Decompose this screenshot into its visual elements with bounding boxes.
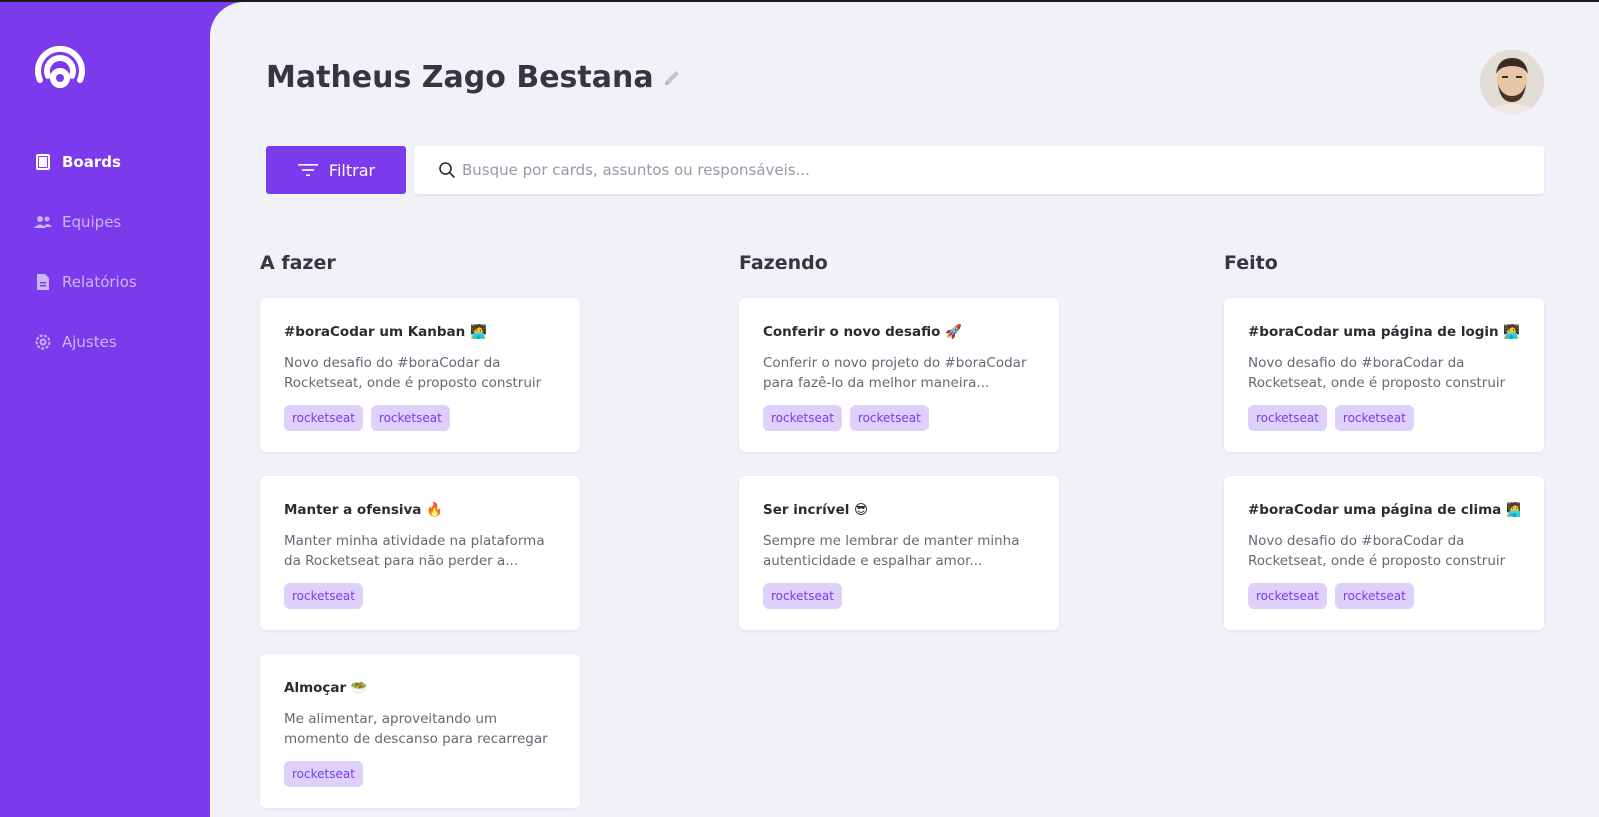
filter-icon (297, 162, 319, 178)
report-icon (34, 273, 52, 291)
pencil-icon[interactable] (662, 68, 682, 88)
card-description: Sempre me lembrar de manter minha autent… (763, 533, 1020, 569)
card-title: Conferir o novo desafio 🚀 (763, 324, 962, 340)
sidebar-item-label: Equipes (62, 213, 122, 231)
card-description: Me alimentar, aproveitando um momento de… (284, 711, 548, 747)
sidebar-item-label: Boards (62, 153, 121, 171)
main-content: Matheus Zago Bestana Filtrar A fazer (210, 2, 1599, 817)
tag[interactable]: rocketseat (284, 583, 363, 609)
sidebar-item-ajustes[interactable]: Ajustes (34, 330, 137, 354)
card-description: Novo desafio do #boraCodar da Rocketseat… (1248, 355, 1506, 391)
card-title: Almoçar 🥗 (284, 680, 368, 696)
sidebar-item-relatorios[interactable]: Relatórios (34, 270, 137, 294)
sidebar-item-label: Relatórios (62, 273, 137, 291)
sidebar-item-label: Ajustes (62, 333, 117, 351)
tag[interactable]: rocketseat (1334, 583, 1414, 609)
tag[interactable]: rocketseat (284, 761, 363, 787)
column-title: Fazendo (739, 252, 828, 274)
card-title: #boraCodar uma página de login 🧑‍💻 (1248, 324, 1520, 340)
avatar[interactable] (1480, 50, 1544, 114)
board-icon (34, 153, 52, 171)
column-title: A fazer (260, 252, 336, 274)
column-fazendo: Fazendo Conferir o novo desafio 🚀 Confer… (739, 252, 1059, 654)
tag[interactable]: rocketseat (763, 583, 842, 609)
card-title: #boraCodar uma página de clima 🧑‍💻 (1248, 502, 1520, 518)
filter-button[interactable]: Filtrar (266, 146, 406, 194)
logo-icon[interactable] (34, 34, 86, 92)
card[interactable]: #boraCodar um Kanban 🧑‍💻 Novo desafio do… (260, 298, 580, 452)
card[interactable]: Conferir o novo desafio 🚀 Conferir o nov… (739, 298, 1059, 452)
tag[interactable]: rocketseat (1334, 405, 1414, 431)
card-title: #boraCodar um Kanban 🧑‍💻 (284, 324, 487, 340)
card[interactable]: Almoçar 🥗 Me alimentar, aproveitando um … (260, 654, 580, 808)
filter-button-label: Filtrar (328, 160, 376, 180)
tag[interactable]: rocketseat (849, 405, 929, 431)
sidebar-item-boards[interactable]: Boards (34, 150, 137, 174)
card-description: Conferir o novo projeto do #boraCodar pa… (763, 355, 1027, 391)
sidebar-item-equipes[interactable]: Equipes (34, 210, 137, 234)
team-icon (34, 213, 52, 231)
card-title: Manter a ofensiva 🔥 (284, 502, 443, 518)
column-feito: Feito #boraCodar uma página de login 🧑‍💻… (1224, 252, 1544, 654)
tag[interactable]: rocketseat (1248, 405, 1327, 431)
card[interactable]: Ser incrível 😎 Sempre me lembrar de mant… (739, 476, 1059, 630)
search-input[interactable] (462, 161, 1544, 179)
card-description: Manter minha atividade na plataforma da … (284, 533, 545, 569)
header: Matheus Zago Bestana (266, 60, 682, 95)
search-bar (414, 146, 1544, 194)
card[interactable]: Manter a ofensiva 🔥 Manter minha ativida… (260, 476, 580, 630)
card[interactable]: #boraCodar uma página de clima 🧑‍💻 Novo … (1224, 476, 1544, 630)
card-title: Ser incrível 😎 (763, 502, 869, 518)
card-description: Novo desafio do #boraCodar da Rocketseat… (284, 355, 542, 391)
card[interactable]: #boraCodar uma página de login 🧑‍💻 Novo … (1224, 298, 1544, 452)
tag[interactable]: rocketseat (284, 405, 363, 431)
sidebar-nav: Boards Equipes Relatórios Ajustes (34, 150, 137, 390)
tag[interactable]: rocketseat (370, 405, 450, 431)
sidebar: Boards Equipes Relatórios Ajustes (0, 2, 210, 817)
settings-icon (34, 333, 52, 351)
column-a-fazer: A fazer #boraCodar um Kanban 🧑‍💻 Novo de… (260, 252, 580, 817)
page-title: Matheus Zago Bestana (266, 60, 654, 95)
column-title: Feito (1224, 252, 1278, 274)
tag[interactable]: rocketseat (763, 405, 842, 431)
search-icon (438, 161, 456, 179)
tag[interactable]: rocketseat (1248, 583, 1327, 609)
card-description: Novo desafio do #boraCodar da Rocketseat… (1248, 533, 1506, 569)
